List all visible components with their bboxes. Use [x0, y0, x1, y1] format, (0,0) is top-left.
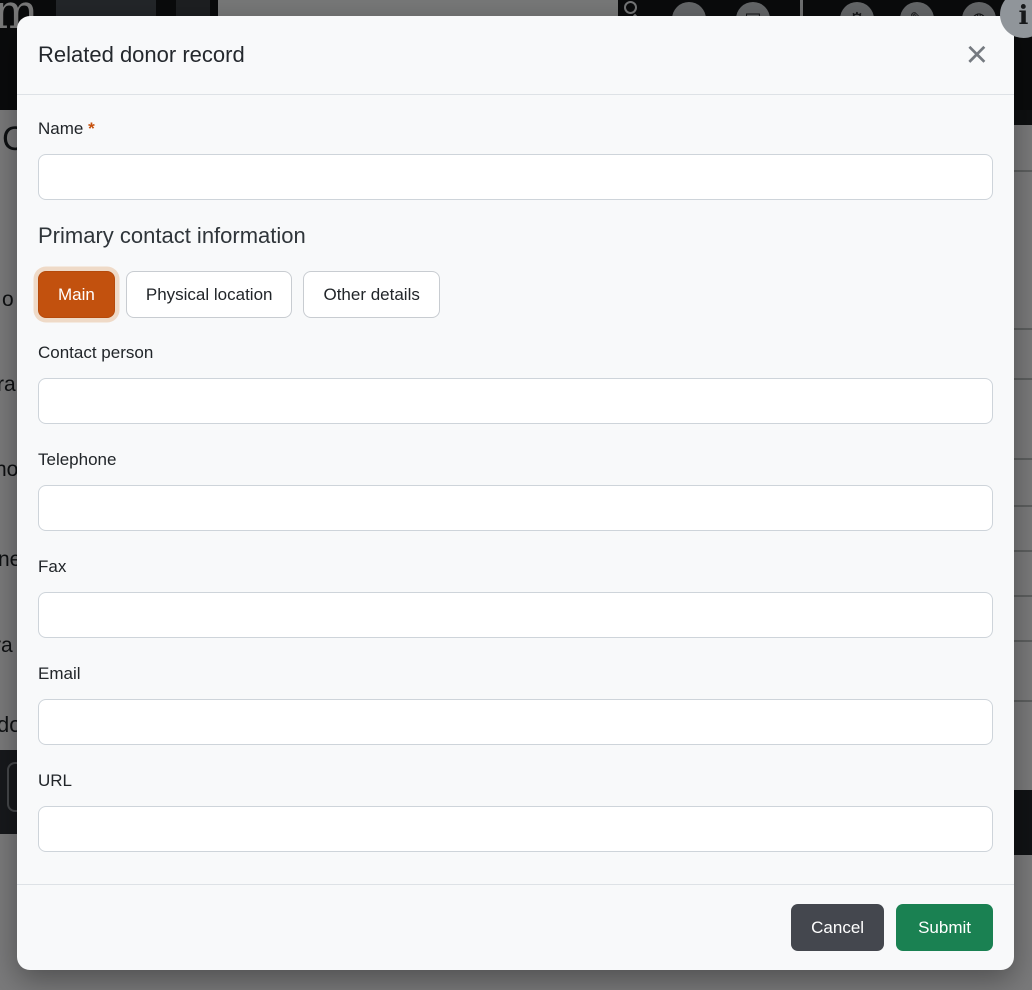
url-input[interactable]: [38, 806, 993, 852]
primary-contact-heading: Primary contact information: [38, 223, 993, 249]
email-input[interactable]: [38, 699, 993, 745]
url-field-group: URL: [38, 771, 993, 852]
name-label: Name *: [38, 119, 993, 139]
related-donor-record-modal: Related donor record × Name * Primary co…: [17, 16, 1014, 970]
contact-person-input[interactable]: [38, 378, 993, 424]
submit-button[interactable]: Submit: [896, 904, 993, 951]
modal-body: Name * Primary contact information Main …: [17, 95, 1014, 884]
contact-person-label: Contact person: [38, 343, 993, 363]
name-input[interactable]: [38, 154, 993, 200]
modal-header: Related donor record ×: [17, 16, 1014, 95]
tab-physical-location[interactable]: Physical location: [126, 271, 293, 318]
email-field-group: Email: [38, 664, 993, 745]
modal-footer: Cancel Submit: [17, 884, 1014, 970]
fax-label: Fax: [38, 557, 993, 577]
close-icon[interactable]: ×: [962, 40, 992, 70]
email-label: Email: [38, 664, 993, 684]
required-asterisk: *: [88, 119, 95, 138]
telephone-field-group: Telephone: [38, 450, 993, 531]
fax-field-group: Fax: [38, 557, 993, 638]
telephone-input[interactable]: [38, 485, 993, 531]
cancel-button[interactable]: Cancel: [791, 904, 884, 951]
contact-tabs: Main Physical location Other details: [38, 271, 993, 318]
tab-other-details[interactable]: Other details: [303, 271, 439, 318]
contact-person-field-group: Contact person: [38, 343, 993, 424]
fax-input[interactable]: [38, 592, 993, 638]
telephone-label: Telephone: [38, 450, 993, 470]
tab-main[interactable]: Main: [38, 271, 115, 318]
name-label-text: Name: [38, 119, 83, 138]
name-field-group: Name *: [38, 119, 993, 200]
url-label: URL: [38, 771, 993, 791]
modal-title: Related donor record: [38, 42, 245, 68]
